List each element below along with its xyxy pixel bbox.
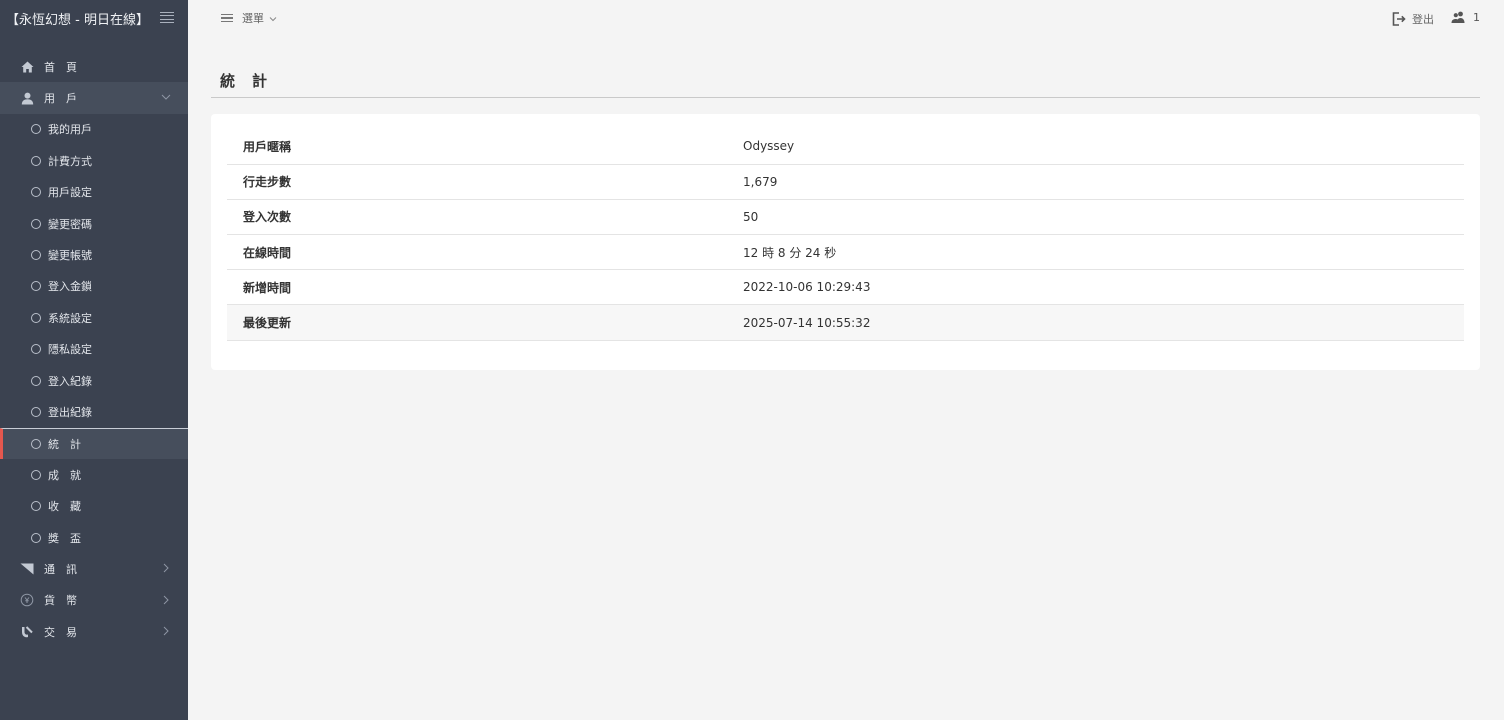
- table-row: 行走步數 1,679: [227, 164, 1464, 200]
- users-icon: [1451, 11, 1465, 23]
- sidebar-subitem-label: 隱私設定: [48, 343, 92, 357]
- chevron-right-icon: [163, 563, 169, 573]
- sidebar: 【永恆幻想 - 明日在線】 首 頁 用 戶 我的用戶計費方式用戶設定變更密碼變更…: [0, 0, 188, 720]
- sidebar-subitem[interactable]: 登出紀錄: [0, 396, 188, 427]
- logout-button[interactable]: 登出: [1392, 11, 1434, 27]
- chevron-down-icon: [269, 17, 277, 22]
- sidebar-subitem-label: 登出紀錄: [48, 405, 92, 419]
- sidebar-subitem[interactable]: 隱私設定: [0, 334, 188, 365]
- sidebar-subitem[interactable]: 我的用戶: [0, 114, 188, 145]
- stat-label: 用戶暱稱: [243, 139, 292, 154]
- sidebar-subitem[interactable]: 系統設定: [0, 302, 188, 333]
- sidebar-subitem-label: 成 就: [48, 468, 81, 482]
- sidebar-item-currency[interactable]: 貨 幣: [0, 585, 188, 616]
- sidebar-menu: 首 頁 用 戶 我的用戶計費方式用戶設定變更密碼變更帳號登入金鎖系統設定隱私設定…: [0, 51, 188, 647]
- sidebar-subitem-label: 收 藏: [48, 500, 81, 514]
- chevron-right-icon: [163, 626, 169, 636]
- stat-label: 最後更新: [243, 316, 292, 331]
- sidebar-item-users[interactable]: 用 戶: [0, 82, 188, 114]
- table-row: 登入次數 50: [227, 199, 1464, 235]
- table-row: 在線時間 12 時 8 分 24 秒: [227, 235, 1464, 270]
- circle-icon: [31, 312, 41, 323]
- circle-icon: [31, 375, 41, 386]
- stat-value: Odyssey: [743, 139, 795, 154]
- sidebar-subitem[interactable]: 用戶設定: [0, 177, 188, 208]
- online-user-count: 1: [1473, 11, 1480, 24]
- sidebar-item-label: 首 頁: [44, 60, 77, 74]
- circle-icon: [31, 469, 41, 480]
- top-bar: 選單 登出 1: [188, 0, 1504, 36]
- chevron-right-icon: [163, 595, 169, 604]
- circle-icon: [31, 155, 41, 166]
- sidebar-subitem-label: 登入紀錄: [48, 374, 92, 388]
- sidebar-subitem-label: 系統設定: [48, 311, 92, 325]
- megaphone-icon: [20, 562, 34, 576]
- stat-value: 12 時 8 分 24 秒: [743, 245, 837, 260]
- stat-value: 50: [743, 209, 759, 224]
- table-row: 最後更新 2025-07-14 10:55:32: [227, 304, 1464, 341]
- sidebar-subitem[interactable]: 統 計: [0, 427, 188, 460]
- sidebar-subitem[interactable]: 收 藏: [0, 490, 188, 521]
- circle-icon: [31, 501, 41, 512]
- sidebar-subitem-label: 統 計: [48, 437, 81, 451]
- menu-dropdown[interactable]: 選單: [221, 10, 278, 26]
- menu-icon: [221, 13, 233, 23]
- sidebar-subitem[interactable]: 登入紀錄: [0, 365, 188, 396]
- app-title: 【永恆幻想 - 明日在線】: [6, 12, 149, 28]
- stat-label: 在線時間: [243, 245, 292, 260]
- sidebar-subitem[interactable]: 成 就: [0, 459, 188, 490]
- chevron-down-icon: [161, 95, 171, 101]
- magnet-icon: [20, 625, 34, 639]
- stat-value: 1,679: [743, 174, 778, 189]
- page-title: 統 計: [211, 70, 1480, 98]
- table-row: 新增時間 2022-10-06 10:29:43: [227, 270, 1464, 305]
- stat-label: 新增時間: [243, 280, 292, 295]
- circle-icon: [31, 281, 41, 292]
- sidebar-subitem[interactable]: 登入金鎖: [0, 271, 188, 302]
- stats-table: 用戶暱稱 Odyssey 行走步數 1,679 登入次數 50 在線時間 12 時 8 分 2…: [227, 129, 1464, 341]
- sidebar-subitem-label: 變更密碼: [48, 217, 92, 231]
- menu-label: 選單: [242, 12, 264, 25]
- sidebar-subitem-label: 用戶設定: [48, 186, 92, 200]
- user-icon: [20, 91, 34, 105]
- sidebar-item-home[interactable]: 首 頁: [0, 51, 188, 82]
- sidebar-item-label: 貨 幣: [44, 594, 77, 608]
- sidebar-subitem[interactable]: 計費方式: [0, 145, 188, 176]
- sidebar-subitem-label: 計費方式: [48, 154, 92, 168]
- circle-icon: [31, 438, 41, 449]
- sidebar-subitem-label: 獎 盃: [48, 531, 81, 545]
- home-icon: [20, 60, 34, 74]
- sidebar-subitem-label: 登入金鎖: [48, 280, 92, 294]
- circle-icon: [31, 344, 41, 355]
- sidebar-subitem[interactable]: 變更密碼: [0, 208, 188, 239]
- circle-icon: [31, 187, 41, 198]
- online-users-button[interactable]: 1: [1451, 11, 1480, 24]
- circle-icon: [31, 218, 41, 229]
- sidebar-subitem-label: 我的用戶: [48, 123, 92, 137]
- stat-label: 登入次數: [243, 210, 292, 225]
- circle-icon: [31, 406, 41, 417]
- stats-card: 用戶暱稱 Odyssey 行走步數 1,679 登入次數 50 在線時間 12 時 8 分 2…: [211, 114, 1480, 370]
- sidebar-subitem-label: 變更帳號: [48, 249, 92, 263]
- sidebar-subitem[interactable]: 獎 盃: [0, 522, 188, 553]
- sidebar-item-trade[interactable]: 交 易: [0, 616, 188, 647]
- stat-label: 行走步數: [243, 175, 292, 190]
- circle-icon: [31, 532, 41, 543]
- circle-icon: [31, 124, 41, 135]
- sidebar-toggle-icon[interactable]: [160, 12, 174, 23]
- logout-label: 登出: [1412, 13, 1434, 26]
- sidebar-subitem[interactable]: 變更帳號: [0, 239, 188, 270]
- sidebar-item-label: 用 戶: [44, 92, 77, 106]
- logout-icon: [1392, 12, 1406, 26]
- stat-value: 2022-10-06 10:29:43: [743, 280, 871, 295]
- sidebar-item-label: 交 易: [44, 625, 77, 639]
- sidebar-item-label: 通 訊: [44, 562, 77, 576]
- sidebar-item-notify[interactable]: 通 訊: [0, 553, 188, 584]
- circle-icon: [31, 250, 41, 261]
- table-row: 用戶暱稱 Odyssey: [227, 129, 1464, 165]
- coin-icon: [20, 593, 34, 607]
- app-brand: 【永恆幻想 - 明日在線】: [0, 0, 188, 36]
- stat-value: 2025-07-14 10:55:32: [743, 315, 871, 330]
